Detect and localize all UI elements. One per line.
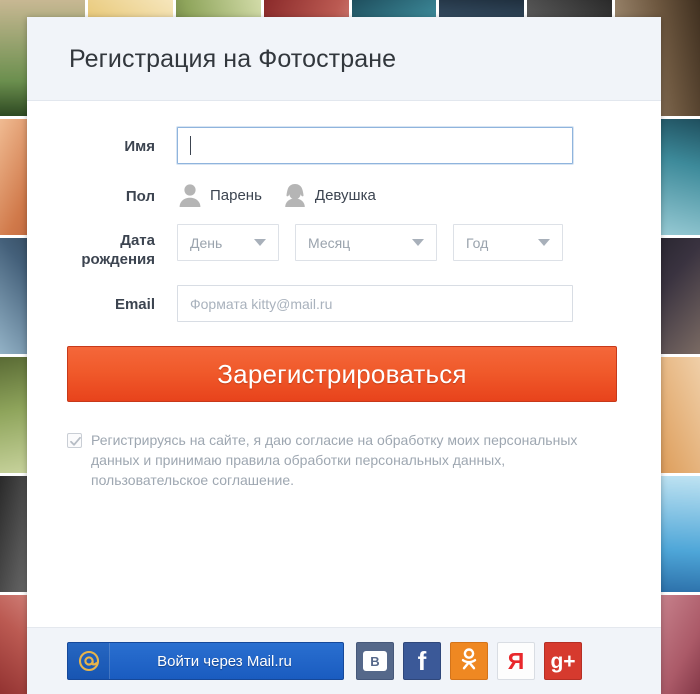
odnoklassniki-login-button[interactable] [450, 642, 488, 680]
email-input[interactable] [177, 285, 573, 322]
form-row-gender: Пол Парень Девушка [67, 180, 621, 208]
gender-label: Пол [125, 188, 155, 205]
chevron-down-icon [412, 239, 424, 246]
form-row-email: Email [67, 285, 621, 322]
social-login-footer: Войти через Mail.ru В f Я g+ [27, 627, 661, 694]
mailru-login-button[interactable]: Войти через Mail.ru [67, 642, 344, 680]
consent-checkbox[interactable] [67, 433, 82, 448]
birthdate-label-line2: рождения [81, 251, 155, 268]
gender-option-female[interactable]: Девушка [282, 182, 376, 208]
social-icons-list: В f Я g+ [356, 642, 582, 680]
form-row-name: Имя [67, 127, 621, 164]
female-avatar-icon [282, 182, 308, 208]
consent-text: Регистрируясь на сайте, я даю согласие н… [91, 432, 578, 488]
male-avatar-icon [177, 182, 203, 208]
birthdate-selects: День Месяц Год [177, 224, 621, 261]
page-title: Регистрация на Фотостране [69, 45, 397, 73]
name-field-wrap [177, 127, 621, 164]
mailru-login-label: Войти через Mail.ru [157, 652, 292, 670]
birthdate-month-select[interactable]: Месяц [295, 224, 437, 261]
chevron-down-icon [254, 239, 266, 246]
birthdate-year-value: Год [466, 234, 489, 251]
text-cursor [190, 136, 191, 155]
checkmark-icon [70, 436, 81, 446]
odnoklassniki-icon [459, 648, 479, 674]
name-label: Имя [124, 138, 155, 155]
gender-options: Парень Девушка [177, 180, 621, 208]
facebook-icon: f [417, 646, 427, 676]
vk-login-button[interactable]: В [356, 642, 394, 680]
google-plus-login-button[interactable]: g+ [544, 642, 582, 680]
name-input-wrap [177, 127, 573, 164]
gender-option-male[interactable]: Парень [177, 182, 262, 208]
email-label: Email [114, 296, 155, 313]
card-header: Регистрация на Фотостране [27, 17, 661, 101]
birthdate-month-value: Месяц [308, 234, 351, 251]
gender-option-female-label: Девушка [314, 186, 376, 204]
birthdate-day-select[interactable]: День [177, 224, 279, 261]
form-row-birthdate: Дата рождения День Месяц Год [67, 224, 621, 269]
submit-row: Зарегистрироваться [67, 346, 621, 402]
google-plus-icon: g+ [550, 649, 576, 673]
yandex-icon: Я [507, 647, 525, 674]
gender-option-male-label: Парень [210, 186, 262, 204]
registration-card: Регистрация на Фотостране Имя Пол Парень… [27, 17, 661, 694]
consent-row: Регистрируясь на сайте, я даю согласие н… [67, 430, 619, 490]
birthdate-day-value: День [190, 234, 223, 251]
facebook-login-button[interactable]: f [403, 642, 441, 680]
birthdate-label-line1: Дата [120, 232, 155, 249]
birthdate-label: Дата рождения [67, 224, 177, 269]
birthdate-year-select[interactable]: Год [453, 224, 563, 261]
vk-icon: В [363, 651, 387, 671]
registration-form: Имя Пол Парень Девушка Дата рождения Ден… [27, 101, 661, 627]
yandex-login-button[interactable]: Я [497, 642, 535, 680]
register-button[interactable]: Зарегистрироваться [67, 346, 617, 402]
chevron-down-icon [538, 239, 550, 246]
name-input[interactable] [177, 127, 573, 164]
mailru-at-icon [68, 643, 110, 679]
